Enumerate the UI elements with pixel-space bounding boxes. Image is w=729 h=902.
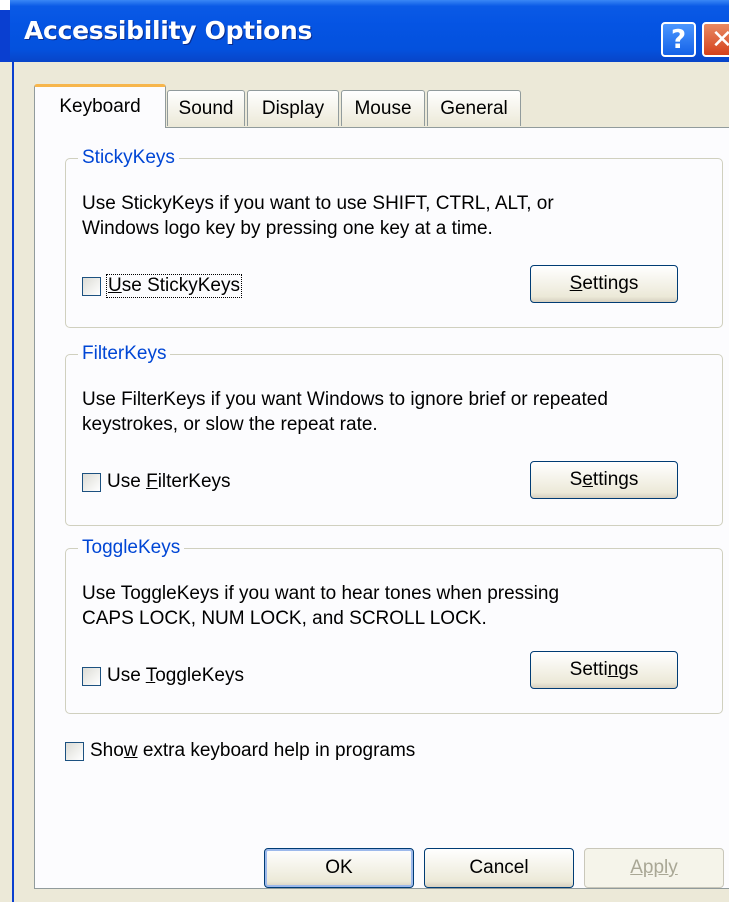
apply-button[interactable]: Apply	[584, 848, 724, 888]
button-text: Setti	[569, 659, 608, 680]
checkbox-box[interactable]	[82, 472, 101, 492]
help-button[interactable]: ?	[661, 22, 696, 57]
tab-general[interactable]: General	[427, 90, 521, 126]
tab-display[interactable]: Display	[247, 90, 339, 126]
group-legend: FilterKeys	[78, 343, 171, 365]
togglekeys-group: ToggleKeys Use ToggleKeys if you want to…	[65, 537, 723, 714]
checkbox-box[interactable]	[65, 741, 84, 761]
checkbox-label: Use ToggleKeys	[107, 665, 244, 687]
group-description: Use ToggleKeys if you want to hear tones…	[82, 581, 702, 631]
description-line: CAPS LOCK, NUM LOCK, and SCROLL LOCK.	[82, 608, 487, 629]
button-text: ettings	[582, 273, 639, 294]
access-key: w	[123, 740, 138, 761]
window-body: Keyboard Sound Display Mouse General Sti…	[12, 62, 729, 902]
ok-button[interactable]: OK	[264, 848, 414, 888]
togglekeys-settings-button[interactable]: Setti n gs	[530, 651, 678, 689]
label-text: ilterKeys	[157, 471, 231, 492]
close-button[interactable]: ✕	[702, 22, 729, 57]
button-text: S	[569, 469, 583, 490]
access-key: F	[146, 471, 158, 492]
button-text: OK	[325, 857, 353, 878]
tab-sound[interactable]: Sound	[167, 90, 245, 126]
keyboard-tab-panel: StickyKeys Use StickyKeys if you want to…	[34, 127, 729, 889]
window-title: Accessibility Options	[24, 16, 313, 45]
label-text: se StickyKeys	[121, 275, 240, 296]
cancel-button[interactable]: Cancel	[424, 848, 574, 888]
use-filterkeys-checkbox[interactable]: Use FilterKeys	[82, 471, 231, 493]
stickykeys-group: StickyKeys Use StickyKeys if you want to…	[65, 147, 723, 328]
use-togglekeys-checkbox[interactable]: Use ToggleKeys	[82, 665, 244, 687]
tab-label: Display	[261, 98, 325, 119]
group-legend: StickyKeys	[78, 147, 179, 169]
description-line: Use FilterKeys if you want Windows to ig…	[82, 389, 608, 410]
tab-keyboard[interactable]: Keyboard	[34, 84, 166, 128]
checkbox-box[interactable]	[82, 276, 101, 296]
help-icon: ?	[670, 24, 687, 55]
tab-label: Sound	[178, 98, 234, 119]
access-key: e	[582, 469, 593, 490]
access-key: n	[607, 659, 619, 680]
title-bar[interactable]: Accessibility Options ? ✕	[0, 0, 729, 62]
access-key: T	[145, 665, 156, 686]
description-line: Windows logo key by pressing one key at …	[82, 218, 493, 239]
button-text: gs	[618, 659, 639, 680]
description-line: Use StickyKeys if you want to use SHIFT,…	[82, 193, 554, 214]
group-legend: ToggleKeys	[78, 537, 185, 559]
label-text: Sho	[90, 740, 124, 761]
close-icon: ✕	[711, 24, 729, 55]
stickykeys-settings-button[interactable]: Settings	[530, 265, 678, 303]
button-text: Apply	[630, 857, 678, 878]
checkbox-box[interactable]	[82, 666, 101, 686]
filterkeys-group: FilterKeys Use FilterKeys if you want Wi…	[65, 343, 723, 526]
show-extra-keyboard-help-checkbox[interactable]: Show extra keyboard help in programs	[65, 740, 415, 762]
group-description: Use StickyKeys if you want to use SHIFT,…	[82, 191, 702, 241]
tab-label: Mouse	[354, 98, 412, 119]
label-text: Use	[107, 665, 146, 686]
dialog-window: Accessibility Options ? ✕ Keyboard Sound…	[0, 0, 729, 902]
filterkeys-settings-button[interactable]: Se ttings	[530, 461, 678, 499]
description-line: Use ToggleKeys if you want to hear tones…	[82, 583, 560, 604]
description-line: keystrokes, or slow the repeat rate.	[82, 414, 378, 435]
checkbox-label: Show extra keyboard help in programs	[90, 740, 415, 762]
access-key: S	[569, 273, 583, 294]
checkbox-label: Use StickyKeys	[106, 274, 242, 298]
button-text: ttings	[592, 469, 639, 490]
button-text: Cancel	[469, 857, 529, 878]
label-text: oggleKeys	[155, 665, 244, 686]
access-key: U	[108, 275, 122, 296]
tab-label: General	[440, 98, 508, 119]
tab-mouse[interactable]: Mouse	[341, 90, 425, 126]
tab-label: Keyboard	[59, 96, 141, 117]
window-corner	[0, 0, 10, 10]
use-stickykeys-checkbox[interactable]: Use StickyKeys	[82, 274, 242, 298]
label-text: extra keyboard help in programs	[137, 740, 416, 761]
group-description: Use FilterKeys if you want Windows to ig…	[82, 387, 702, 437]
checkbox-label: Use FilterKeys	[107, 471, 231, 493]
label-text: Use	[107, 471, 147, 492]
